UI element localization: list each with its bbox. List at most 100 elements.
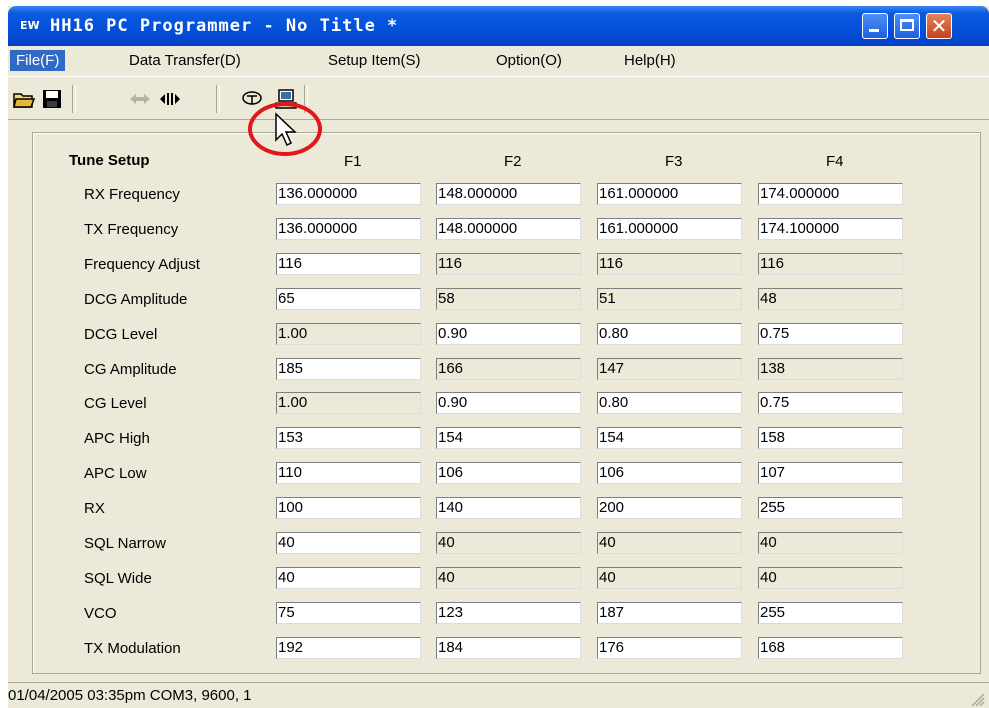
- value-field-f3[interactable]: 0.80: [597, 392, 742, 414]
- value-field-f1[interactable]: 116: [276, 253, 421, 275]
- value-field-f3[interactable]: 154: [597, 427, 742, 449]
- minimize-icon: [869, 29, 879, 32]
- column-header-f4: F4: [826, 153, 844, 170]
- toolbar-separator: [216, 85, 220, 113]
- value-field-f3[interactable]: 187: [597, 602, 742, 624]
- value-field-f3[interactable]: 51: [597, 288, 742, 310]
- row-label: DCG Amplitude: [84, 291, 188, 308]
- toolbar-separator: [72, 85, 76, 113]
- title-bar[interactable]: EW HH16 PC Programmer - No Title * ✕: [8, 6, 989, 46]
- menu-bar: File(F) Data Transfer(D) Setup Item(S) O…: [8, 46, 989, 74]
- row-label: RX Frequency: [84, 186, 180, 203]
- column-header-f1: F1: [344, 153, 362, 170]
- value-field-f4[interactable]: 0.75: [758, 323, 903, 345]
- value-field-f3[interactable]: 40: [597, 567, 742, 589]
- row-label: CG Amplitude: [84, 361, 177, 378]
- value-field-f1[interactable]: 153: [276, 427, 421, 449]
- app-window: EW HH16 PC Programmer - No Title * ✕ Fil…: [8, 6, 989, 708]
- status-text: 01/04/2005 03:35pm COM3, 9600, 1: [8, 687, 252, 704]
- value-field-f3[interactable]: 40: [597, 532, 742, 554]
- close-button[interactable]: ✕: [926, 13, 952, 39]
- value-field-f1[interactable]: 110: [276, 462, 421, 484]
- minimize-button[interactable]: [862, 13, 888, 39]
- maximize-icon: [900, 19, 914, 31]
- value-field-f1[interactable]: 136.000000: [276, 218, 421, 240]
- value-field-f4[interactable]: 40: [758, 567, 903, 589]
- resize-grip-icon[interactable]: [969, 691, 985, 707]
- value-field-f1[interactable]: 1.00: [276, 392, 421, 414]
- value-field-f2[interactable]: 184: [436, 637, 581, 659]
- value-field-f2[interactable]: 40: [436, 567, 581, 589]
- value-field-f2[interactable]: 140: [436, 497, 581, 519]
- close-icon: ✕: [930, 14, 948, 38]
- value-field-f3[interactable]: 200: [597, 497, 742, 519]
- value-field-f1[interactable]: 185: [276, 358, 421, 380]
- row-label: DCG Level: [84, 326, 158, 343]
- value-field-f2[interactable]: 106: [436, 462, 581, 484]
- app-icon: EW: [20, 19, 40, 32]
- value-field-f3[interactable]: 116: [597, 253, 742, 275]
- value-field-f2[interactable]: 148.000000: [436, 183, 581, 205]
- mouse-pointer-icon: [275, 112, 297, 147]
- value-field-f4[interactable]: 107: [758, 462, 903, 484]
- value-field-f4[interactable]: 158: [758, 427, 903, 449]
- row-label: CG Level: [84, 395, 147, 412]
- row-label: Frequency Adjust: [84, 256, 200, 273]
- value-field-f2[interactable]: 123: [436, 602, 581, 624]
- row-label: SQL Narrow: [84, 535, 166, 552]
- row-label: SQL Wide: [84, 570, 152, 587]
- value-field-f1[interactable]: 75: [276, 602, 421, 624]
- section-title: Tune Setup: [69, 152, 150, 169]
- row-label: VCO: [84, 605, 117, 622]
- window-title: HH16 PC Programmer - No Title *: [50, 16, 399, 36]
- open-folder-icon[interactable]: [12, 87, 36, 111]
- menu-file[interactable]: File(F): [10, 50, 66, 71]
- value-field-f4[interactable]: 116: [758, 253, 903, 275]
- write-arrow-icon[interactable]: [158, 87, 182, 111]
- column-header-f2: F2: [504, 153, 522, 170]
- save-disk-icon[interactable]: [40, 87, 64, 111]
- value-field-f3[interactable]: 161.000000: [597, 218, 742, 240]
- value-field-f2[interactable]: 116: [436, 253, 581, 275]
- value-field-f3[interactable]: 176: [597, 637, 742, 659]
- value-field-f1[interactable]: 136.000000: [276, 183, 421, 205]
- value-field-f3[interactable]: 106: [597, 462, 742, 484]
- maximize-button[interactable]: [894, 13, 920, 39]
- value-field-f1[interactable]: 40: [276, 532, 421, 554]
- row-label: APC Low: [84, 465, 147, 482]
- value-field-f3[interactable]: 0.80: [597, 323, 742, 345]
- value-field-f2[interactable]: 0.90: [436, 323, 581, 345]
- value-field-f4[interactable]: 168: [758, 637, 903, 659]
- value-field-f4[interactable]: 174.100000: [758, 218, 903, 240]
- value-field-f4[interactable]: 138: [758, 358, 903, 380]
- value-field-f1[interactable]: 65: [276, 288, 421, 310]
- row-label: TX Frequency: [84, 221, 179, 238]
- value-field-f4[interactable]: 174.000000: [758, 183, 903, 205]
- value-field-f1[interactable]: 192: [276, 637, 421, 659]
- value-field-f2[interactable]: 40: [436, 532, 581, 554]
- value-field-f4[interactable]: 48: [758, 288, 903, 310]
- menu-help[interactable]: Help(H): [624, 52, 676, 69]
- value-field-f1[interactable]: 1.00: [276, 323, 421, 345]
- status-bar: 01/04/2005 03:35pm COM3, 9600, 1: [8, 682, 989, 708]
- value-field-f3[interactable]: 147: [597, 358, 742, 380]
- value-field-f2[interactable]: 58: [436, 288, 581, 310]
- value-field-f2[interactable]: 148.000000: [436, 218, 581, 240]
- value-field-f4[interactable]: 255: [758, 602, 903, 624]
- menu-option[interactable]: Option(O): [496, 52, 562, 69]
- value-field-f4[interactable]: 0.75: [758, 392, 903, 414]
- row-label: TX Modulation: [84, 640, 181, 657]
- value-field-f3[interactable]: 161.000000: [597, 183, 742, 205]
- menu-data-transfer[interactable]: Data Transfer(D): [129, 52, 241, 69]
- read-arrow-icon[interactable]: [128, 87, 152, 111]
- value-field-f1[interactable]: 40: [276, 567, 421, 589]
- row-label: APC High: [84, 430, 150, 447]
- menu-setup-item[interactable]: Setup Item(S): [328, 52, 421, 69]
- value-field-f4[interactable]: 40: [758, 532, 903, 554]
- value-field-f4[interactable]: 255: [758, 497, 903, 519]
- value-field-f1[interactable]: 100: [276, 497, 421, 519]
- value-field-f2[interactable]: 0.90: [436, 392, 581, 414]
- value-field-f2[interactable]: 166: [436, 358, 581, 380]
- value-field-f2[interactable]: 154: [436, 427, 581, 449]
- toolbar: [8, 76, 989, 120]
